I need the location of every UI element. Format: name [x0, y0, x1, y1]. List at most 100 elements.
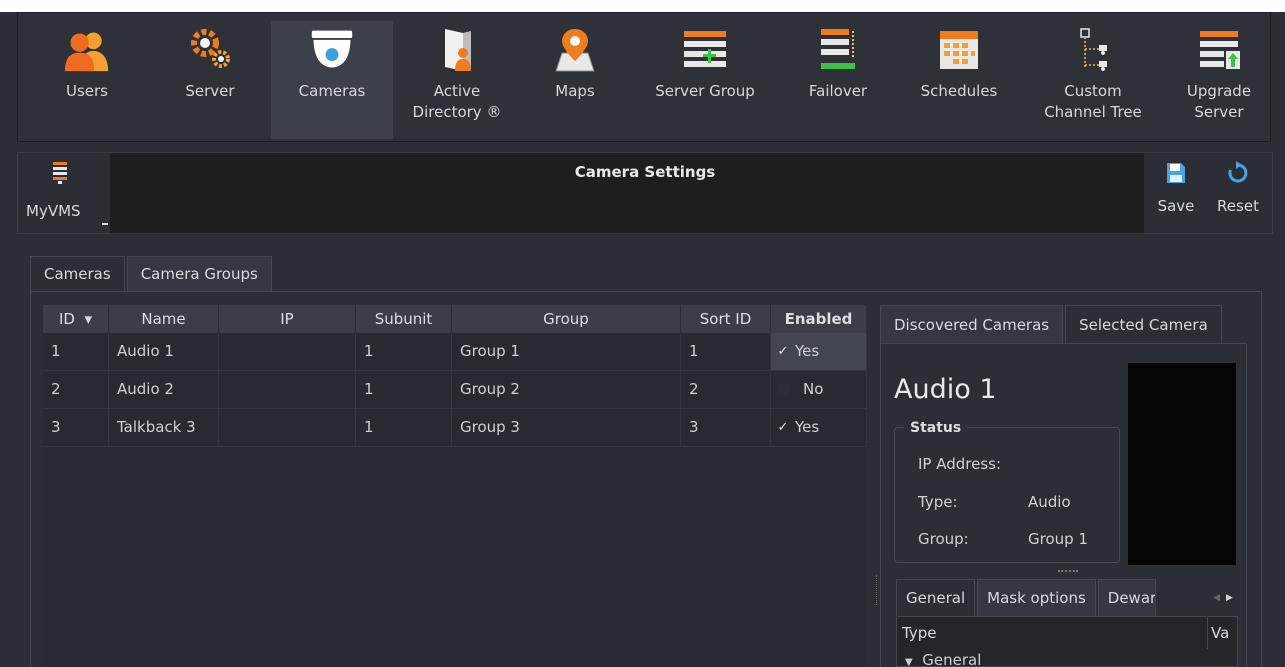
- toolbar-upgrade-server-label: Upgrade Server: [1186, 82, 1252, 121]
- toolbar-server-group[interactable]: Server Group: [644, 21, 766, 139]
- tab-general[interactable]: General: [896, 579, 976, 616]
- server-stack-icon: [52, 161, 68, 189]
- group-label: Group:: [918, 530, 969, 548]
- save-label: Save: [1157, 197, 1195, 215]
- server-group-icon: [682, 27, 728, 73]
- settings-header: MyVMS Camera Settings Save Reset: [17, 152, 1273, 234]
- column-header-ip[interactable]: IP: [219, 305, 356, 333]
- toolbar-maps-label: Maps: [555, 82, 595, 100]
- cell-sort-id: 2: [681, 371, 771, 408]
- save-button[interactable]: Save: [1146, 161, 1206, 227]
- group-value: Group 1: [1028, 530, 1088, 548]
- tab-selected-camera[interactable]: Selected Camera: [1065, 305, 1222, 343]
- enabled-text: Yes: [795, 342, 820, 360]
- reset-button[interactable]: Reset: [1208, 161, 1268, 227]
- cell-enabled: No: [771, 371, 867, 408]
- enabled-checkbox[interactable]: ✓: [777, 345, 789, 358]
- cell-enabled: ✓ Yes: [771, 333, 867, 370]
- toolbar-server[interactable]: Server: [149, 21, 271, 139]
- reset-label: Reset: [1217, 197, 1259, 215]
- cell-ip: [219, 409, 356, 446]
- table-row[interactable]: 1 Audio 1 1 Group 1 1 ✓ Yes: [43, 333, 867, 371]
- cell-sort-id: 1: [681, 333, 771, 370]
- server-name: MyVMS: [26, 202, 81, 220]
- toolbar-active-directory-label: Active Directory ®: [412, 82, 502, 121]
- cell-group: Group 1: [452, 333, 681, 370]
- property-table: Type Va ▼ General: [896, 616, 1238, 667]
- right-panel-tabs: Discovered Cameras Selected Camera: [880, 305, 1224, 343]
- toolbar-failover[interactable]: Failover: [777, 21, 899, 139]
- cell-id: 3: [43, 409, 109, 446]
- camera-name-heading: Audio 1: [894, 374, 997, 405]
- enabled-checkbox[interactable]: [777, 383, 789, 396]
- server-selector[interactable]: MyVMS: [18, 153, 110, 233]
- cell-sort-id: 3: [681, 409, 771, 446]
- toolbar-users[interactable]: Users: [26, 21, 148, 139]
- map-pin-icon: [552, 27, 598, 73]
- cell-id: 1: [43, 333, 109, 370]
- column-header-group[interactable]: Group: [452, 305, 681, 333]
- toolbar-active-directory[interactable]: Active Directory ®: [396, 21, 518, 139]
- floppy-disk-icon: [1165, 161, 1187, 189]
- enabled-text: No: [803, 380, 824, 398]
- users-icon: [64, 27, 110, 73]
- column-header-name[interactable]: Name: [109, 305, 219, 333]
- tab-mask-options[interactable]: Mask options: [977, 579, 1096, 616]
- table-row[interactable]: 2 Audio 2 1 Group 2 2 No: [43, 371, 867, 409]
- camera-preview: [1128, 363, 1236, 565]
- cell-group: Group 2: [452, 371, 681, 408]
- reset-arrow-icon: [1226, 161, 1250, 189]
- column-header-sort-id[interactable]: Sort ID: [681, 305, 771, 333]
- scroll-left-icon[interactable]: ◀: [1213, 593, 1220, 603]
- failover-icon: [815, 27, 861, 73]
- sort-indicator-icon: ▾: [84, 310, 93, 328]
- dome-camera-icon: [309, 27, 355, 73]
- toolbar-custom-channel-tree[interactable]: Custom Channel Tree: [1032, 21, 1154, 139]
- main-tabs: Cameras Camera Groups: [30, 256, 274, 292]
- active-directory-icon: [434, 27, 480, 73]
- property-row-general[interactable]: ▼ General: [905, 651, 981, 667]
- camera-detail-tabs: General Mask options Dewar: [896, 579, 1158, 616]
- property-header-value[interactable]: Va: [1211, 617, 1229, 649]
- toolbar-schedules[interactable]: Schedules: [898, 21, 1020, 139]
- column-header-id[interactable]: ID ▾: [43, 305, 109, 333]
- tab-scroll-arrows: ◀ ▶: [1208, 581, 1238, 615]
- status-title: Status: [904, 420, 968, 436]
- resize-grip[interactable]: [1058, 570, 1078, 572]
- tab-discovered-cameras[interactable]: Discovered Cameras: [880, 305, 1064, 343]
- cell-enabled: ✓ Yes: [771, 409, 867, 446]
- panel-splitter-handle[interactable]: [876, 575, 879, 605]
- cell-ip: [219, 333, 356, 370]
- toolbar-server-group-label: Server Group: [655, 82, 755, 100]
- property-header-type[interactable]: Type: [902, 617, 936, 649]
- expand-arrow-icon: ▼: [905, 657, 913, 667]
- cell-name: Talkback 3: [109, 409, 219, 446]
- tab-camera-groups[interactable]: Camera Groups: [126, 256, 272, 292]
- toolbar-server-label: Server: [185, 82, 235, 100]
- toolbar-maps[interactable]: Maps: [514, 21, 636, 139]
- scroll-right-icon[interactable]: ▶: [1226, 593, 1233, 603]
- enabled-checkbox[interactable]: ✓: [777, 421, 789, 434]
- header-divider: [1207, 617, 1208, 649]
- table-row[interactable]: 3 Talkback 3 1 Group 3 3 ✓ Yes: [43, 409, 867, 447]
- type-label: Type:: [918, 493, 958, 511]
- server-gears-icon: [187, 27, 233, 73]
- property-row-label: General: [922, 651, 982, 667]
- column-header-subunit[interactable]: Subunit: [356, 305, 452, 333]
- main-toolbar: Users Server Cameras Active Directory ® …: [17, 12, 1271, 142]
- enabled-text: Yes: [795, 418, 820, 436]
- tab-dewarp[interactable]: Dewar: [1097, 579, 1156, 616]
- tab-cameras[interactable]: Cameras: [30, 256, 125, 292]
- cell-subunit: 1: [356, 409, 452, 446]
- toolbar-upgrade-server[interactable]: Upgrade Server: [1158, 21, 1280, 139]
- cell-ip: [219, 371, 356, 408]
- toolbar-cameras[interactable]: Cameras: [271, 21, 393, 139]
- calendar-grid-icon: [936, 27, 982, 73]
- cell-id: 2: [43, 371, 109, 408]
- toolbar-failover-label: Failover: [808, 82, 868, 100]
- column-header-enabled[interactable]: Enabled: [771, 305, 867, 333]
- cell-name: Audio 2: [109, 371, 219, 408]
- toolbar-schedules-label: Schedules: [920, 82, 998, 100]
- toolbar-users-label: Users: [65, 82, 108, 100]
- dropdown-caret-icon: [102, 223, 108, 225]
